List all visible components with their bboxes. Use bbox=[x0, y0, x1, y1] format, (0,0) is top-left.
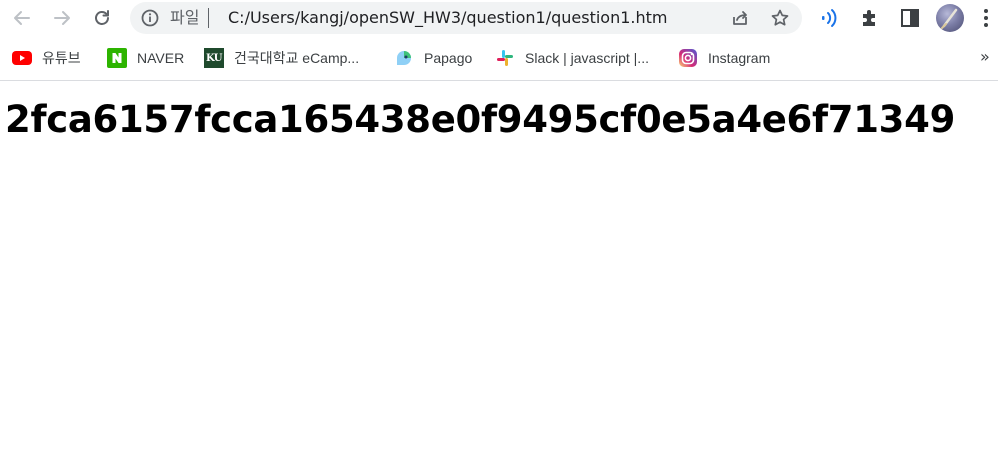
reload-button[interactable] bbox=[88, 4, 116, 32]
info-icon[interactable] bbox=[140, 8, 160, 28]
bookmark-label: Papago bbox=[424, 50, 473, 66]
bookmarks-overflow-button[interactable]: » bbox=[980, 48, 990, 66]
ku-icon: KU bbox=[204, 48, 224, 68]
bookmark-label: Slack | javascript |... bbox=[525, 50, 649, 66]
bookmark-instagram[interactable]: Instagram bbox=[678, 47, 770, 69]
avatar-image bbox=[941, 8, 958, 29]
bookmark-label: 유튜브 bbox=[42, 50, 81, 66]
address-scheme-label: 파일 bbox=[170, 8, 200, 27]
back-arrow-icon bbox=[14, 11, 30, 25]
bookmark-papago[interactable]: Papago bbox=[394, 47, 472, 69]
address-separator bbox=[208, 8, 209, 28]
forward-arrow-icon bbox=[54, 11, 70, 25]
slack-icon bbox=[495, 48, 515, 68]
profile-avatar[interactable] bbox=[936, 4, 964, 32]
ku-icon-text: KU bbox=[205, 52, 223, 64]
read-aloud-button[interactable] bbox=[818, 6, 842, 30]
address-url[interactable]: C:/Users/kangj/openSW_HW3/question1/ques… bbox=[228, 9, 667, 27]
extensions-icon bbox=[863, 10, 875, 26]
naver-icon bbox=[107, 48, 127, 68]
bookmark-label: NAVER bbox=[137, 50, 185, 66]
page-heading: 2fca6157fcca165438e0f9495cf0e5a4e6f71349 bbox=[5, 98, 956, 141]
side-panel-button[interactable] bbox=[898, 6, 922, 30]
extensions-button[interactable] bbox=[858, 6, 882, 30]
bookmark-slack[interactable]: Slack | javascript |... bbox=[495, 47, 649, 69]
bookmark-naver[interactable]: NAVER bbox=[107, 47, 184, 69]
bookmark-label: Instagram bbox=[708, 50, 771, 66]
youtube-icon bbox=[12, 48, 32, 68]
address-bar[interactable]: 파일 C:/Users/kangj/openSW_HW3/question1/q… bbox=[130, 2, 802, 34]
back-button[interactable] bbox=[8, 4, 36, 32]
read-aloud-icon bbox=[822, 9, 837, 27]
bookmark-konkuk[interactable]: KU 건국대학교 eCamp... bbox=[204, 47, 359, 69]
bookmarks-bar: 유튜브 NAVER KU 건국대학교 eCamp... Papago Slack… bbox=[0, 40, 998, 76]
share-icon[interactable] bbox=[730, 8, 750, 28]
forward-button[interactable] bbox=[48, 4, 76, 32]
browser-toolbar: 파일 C:/Users/kangj/openSW_HW3/question1/q… bbox=[0, 0, 998, 36]
star-icon[interactable] bbox=[770, 8, 790, 28]
bookmark-youtube[interactable]: 유튜브 bbox=[12, 47, 81, 69]
instagram-icon bbox=[678, 48, 698, 68]
page-content: 2fca6157fcca165438e0f9495cf0e5a4e6f71349 bbox=[0, 81, 998, 466]
side-panel-icon bbox=[901, 9, 919, 27]
menu-button[interactable] bbox=[976, 6, 996, 30]
papago-icon bbox=[394, 48, 414, 68]
bookmark-label: 건국대학교 eCamp... bbox=[234, 50, 360, 66]
reload-icon bbox=[95, 10, 109, 25]
more-vert-icon bbox=[984, 9, 988, 27]
